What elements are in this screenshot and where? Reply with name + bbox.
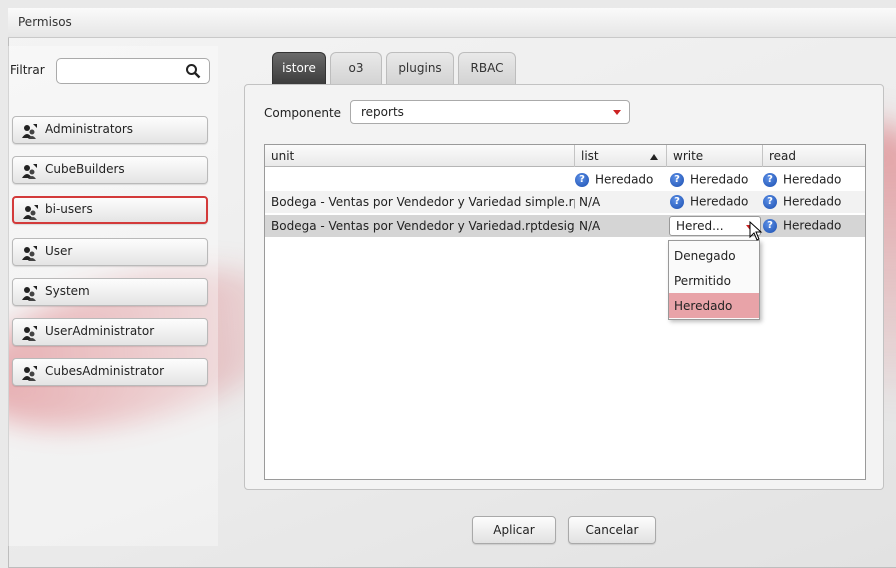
- apply-button[interactable]: Aplicar: [472, 516, 556, 544]
- dialog-title: Permisos: [18, 15, 72, 29]
- column-header-write[interactable]: write: [667, 145, 763, 167]
- dialog-titlebar: Permisos: [8, 8, 896, 38]
- column-header-label: read: [769, 149, 797, 163]
- permission-dropdown: Denegado Permitido Heredado: [668, 240, 760, 320]
- question-icon: ?: [670, 194, 684, 209]
- tab-label: istore: [282, 61, 316, 75]
- user-item-label: UserAdministrator: [45, 324, 155, 338]
- column-header-unit[interactable]: unit: [265, 145, 575, 167]
- cell-read[interactable]: ? Heredado: [763, 218, 841, 234]
- user-item-administrators[interactable]: Administrators: [12, 116, 208, 144]
- filter-label: Filtrar: [10, 63, 45, 77]
- cell-read[interactable]: ? Heredado: [763, 172, 841, 188]
- user-item-label: User: [45, 244, 73, 258]
- cell-write[interactable]: ? Heredado: [670, 172, 748, 188]
- user-group-icon: [22, 286, 37, 301]
- user-group-icon: [22, 124, 37, 139]
- cell-unit: Bodega - Ventas por Vendedor y Variedad.…: [271, 219, 575, 233]
- sort-ascending-icon: [650, 154, 658, 160]
- cell-unit: [265, 169, 575, 191]
- user-item-system[interactable]: System: [12, 278, 208, 306]
- user-panel: Filtrar Administrators CubeBuilders bi-u…: [8, 46, 218, 546]
- tab-label: plugins: [398, 61, 442, 75]
- perm-value: Heredado: [783, 172, 842, 187]
- user-item-label: CubesAdministrator: [45, 364, 165, 378]
- perm-value: Heredado: [783, 194, 842, 209]
- user-group-icon: [22, 164, 37, 179]
- write-permission-select[interactable]: Hered...: [669, 216, 761, 236]
- user-item-label: bi-users: [45, 202, 93, 216]
- cell-write[interactable]: ? Heredado: [670, 194, 748, 210]
- column-header-label: write: [673, 149, 704, 163]
- dropdown-option-heredado[interactable]: Heredado: [669, 293, 759, 318]
- cell-list[interactable]: N/A: [575, 191, 665, 213]
- question-icon: ?: [670, 172, 684, 187]
- table-row[interactable]: ? Heredado ? Heredado ? Heredado: [265, 169, 865, 191]
- question-icon: ?: [763, 172, 777, 187]
- cell-read[interactable]: ? Heredado: [763, 194, 841, 210]
- table-row[interactable]: Bodega - Ventas por Vendedor y Variedad.…: [265, 215, 865, 237]
- user-item-label: CubeBuilders: [45, 162, 125, 176]
- cancel-button-label: Cancelar: [585, 523, 639, 537]
- mouse-cursor-icon: [749, 221, 763, 241]
- column-header-list[interactable]: list: [575, 145, 667, 167]
- componente-select[interactable]: reports: [350, 100, 630, 124]
- chevron-down-icon: [613, 110, 621, 115]
- filter-row: Filtrar: [8, 56, 218, 84]
- user-item-cubebuilders[interactable]: CubeBuilders: [12, 156, 208, 184]
- permissions-grid: unit list write read ? Heredado ? Heredado…: [264, 144, 866, 480]
- tab-label: o3: [348, 61, 364, 75]
- tab-rbac[interactable]: RBAC: [458, 52, 516, 84]
- perm-value: Heredado: [595, 172, 654, 187]
- table-row[interactable]: Bodega - Ventas por Vendedor y Variedad …: [265, 191, 865, 213]
- search-icon[interactable]: [185, 63, 201, 79]
- user-item-bi-users[interactable]: bi-users: [12, 196, 208, 224]
- user-group-icon: [22, 326, 37, 341]
- componente-value: reports: [361, 105, 404, 119]
- cell-unit: Bodega - Ventas por Vendedor y Variedad …: [271, 195, 575, 209]
- apply-button-label: Aplicar: [493, 523, 535, 537]
- filter-input[interactable]: [56, 58, 210, 84]
- tab-label: RBAC: [470, 61, 504, 75]
- user-group-icon: [22, 246, 37, 261]
- dropdown-option-denegado[interactable]: Denegado: [669, 243, 759, 268]
- question-icon: ?: [763, 194, 777, 209]
- tab-o3[interactable]: o3: [330, 52, 382, 84]
- column-header-read[interactable]: read: [763, 145, 865, 167]
- column-header-label: list: [581, 149, 599, 163]
- write-permission-value: Hered...: [676, 219, 724, 233]
- user-item-label: System: [45, 284, 90, 298]
- perm-value: Heredado: [690, 172, 749, 187]
- user-group-icon: [23, 205, 38, 220]
- column-header-label: unit: [271, 149, 295, 163]
- user-group-icon: [22, 366, 37, 381]
- cell-list[interactable]: ? Heredado: [575, 172, 653, 188]
- user-item-cubesadministrator[interactable]: CubesAdministrator: [12, 358, 208, 386]
- tab-plugins[interactable]: plugins: [386, 52, 454, 84]
- user-item-label: Administrators: [45, 122, 134, 136]
- grid-header: unit list write read: [265, 145, 865, 167]
- cell-list[interactable]: N/A: [575, 215, 665, 237]
- tab-istore[interactable]: istore: [272, 52, 326, 84]
- componente-label: Componente: [264, 106, 342, 120]
- user-item-useradministrator[interactable]: UserAdministrator: [12, 318, 208, 346]
- perm-value: Heredado: [783, 218, 842, 233]
- perm-value: Heredado: [690, 194, 749, 209]
- dropdown-option-permitido[interactable]: Permitido: [669, 268, 759, 293]
- question-icon: ?: [763, 218, 777, 233]
- cancel-button[interactable]: Cancelar: [568, 516, 656, 544]
- user-item-user[interactable]: User: [12, 238, 208, 266]
- question-icon: ?: [575, 172, 589, 187]
